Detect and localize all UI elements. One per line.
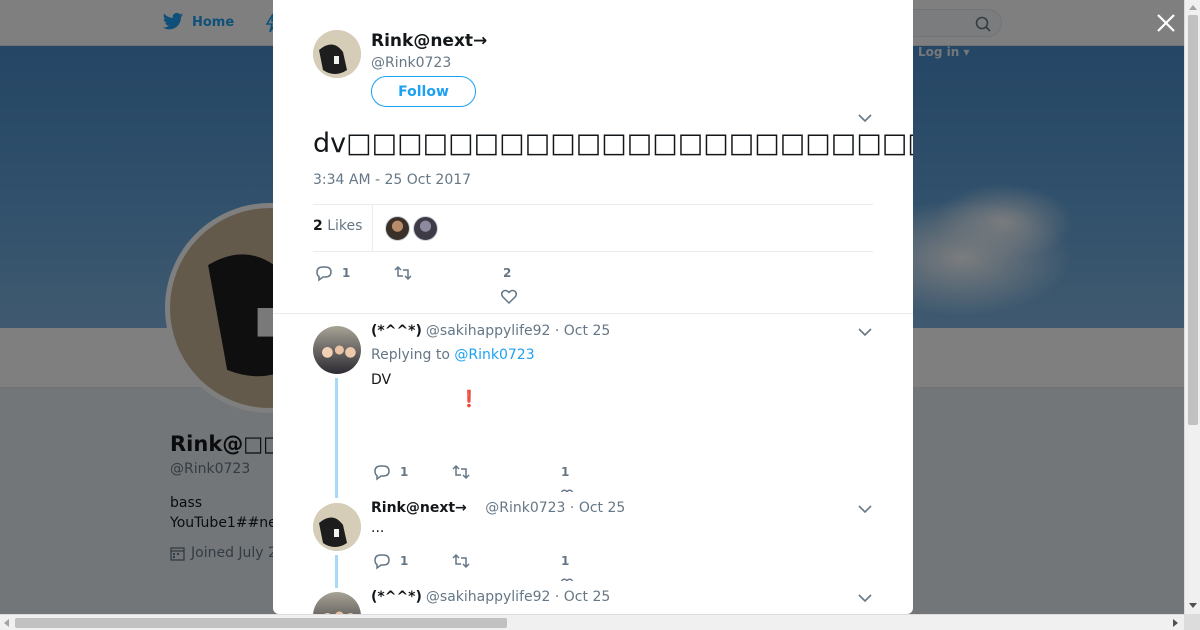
reply-author-handle[interactable]: @Rink0723 — [485, 500, 565, 516]
reply-button[interactable]: 1 — [315, 264, 350, 282]
scroll-right-arrow[interactable] — [1173, 619, 1178, 627]
scroll-left-arrow[interactable] — [4, 619, 9, 627]
close-modal-button[interactable] — [1155, 12, 1179, 36]
likes-stat[interactable]: 2 Likes — [313, 218, 362, 234]
reply-count: 1 — [342, 266, 351, 280]
heart-icon — [500, 289, 518, 305]
reply-count: 1 — [400, 465, 409, 479]
author-handle[interactable]: @Rink0723 — [371, 55, 451, 71]
tweet-stats: 2 Likes — [313, 204, 873, 252]
thread-line — [335, 378, 338, 498]
author-avatar[interactable] — [313, 30, 361, 78]
reply-header: (*^^*) @sakihappylife92 · Oct 25 — [371, 589, 610, 605]
tweet-text: dv□□□□□□□□□□□□□□□□□□□□□□□□□□□DV□□□□□□□□□… — [313, 128, 913, 159]
exclamation-emoji: ❗ — [459, 389, 479, 408]
reply-date[interactable]: · Oct 25 — [555, 589, 610, 605]
retweet-button[interactable] — [452, 552, 470, 570]
horizontal-scrollbar[interactable] — [0, 614, 1184, 630]
reply-date[interactable]: · Oct 25 — [570, 500, 625, 516]
reply-options-button[interactable] — [858, 504, 872, 514]
like-count: 2 — [503, 266, 512, 280]
heart-icon[interactable] — [560, 487, 574, 492]
reply-avatar[interactable] — [313, 592, 361, 614]
replying-to-link[interactable]: @Rink0723 — [454, 347, 534, 363]
scrollbar-corner — [1184, 614, 1200, 630]
reply-count: 1 — [400, 554, 409, 568]
retweet-icon — [394, 265, 412, 281]
tweet-permalink-modal: Rink@next→ @Rink0723 Follow dv□□□□□□□□□□… — [273, 0, 913, 614]
reply-button[interactable]: 1 — [373, 463, 408, 481]
chevron-down-icon — [858, 594, 872, 603]
vertical-scrollbar[interactable] — [1184, 0, 1200, 614]
retweet-button[interactable] — [394, 264, 421, 282]
chevron-down-icon — [858, 328, 872, 337]
reply-icon — [374, 554, 390, 570]
like-count: 1 — [561, 554, 570, 568]
like-button[interactable] — [500, 288, 518, 306]
heart-icon[interactable] — [560, 576, 574, 581]
reply-avatar[interactable] — [313, 503, 361, 551]
scroll-up-arrow[interactable] — [1189, 5, 1197, 10]
tweet-options-button[interactable] — [858, 113, 872, 123]
follow-button[interactable]: Follow — [371, 76, 476, 107]
reply-icon — [316, 266, 332, 282]
stats-divider — [372, 205, 373, 251]
reply-text: ... — [371, 520, 385, 536]
reply-author-handle[interactable]: @sakihappylife92 — [426, 323, 551, 339]
liker-avatar[interactable] — [385, 216, 410, 241]
horizontal-scroll-thumb[interactable] — [15, 618, 507, 628]
liker-avatar[interactable] — [413, 216, 438, 241]
reply-author-name[interactable]: Rink@next→ — [371, 500, 467, 516]
reply-author-name[interactable]: (*^^*) — [371, 323, 422, 339]
reply-header: Rink@next→ @Rink0723 · Oct 25 — [371, 500, 625, 516]
reply-options-button[interactable] — [858, 593, 872, 603]
replies-divider — [273, 313, 913, 314]
thread-line — [335, 555, 338, 588]
reply-options-button[interactable] — [858, 327, 872, 337]
reply-avatar[interactable] — [313, 326, 361, 374]
chevron-down-icon — [858, 114, 872, 123]
reply-author-handle[interactable]: @sakihappylife92 — [426, 589, 551, 605]
reply-author-name[interactable]: (*^^*) — [371, 589, 422, 605]
tweet-timestamp[interactable]: 3:34 AM - 25 Oct 2017 — [313, 172, 471, 188]
retweet-button[interactable] — [452, 463, 470, 481]
reply-date[interactable]: · Oct 25 — [555, 323, 610, 339]
replying-to: Replying to @Rink0723 — [371, 347, 535, 363]
like-count: 1 — [561, 465, 570, 479]
scroll-down-arrow[interactable] — [1189, 603, 1197, 608]
chevron-down-icon — [858, 505, 872, 514]
close-icon — [1157, 14, 1175, 32]
reply-button[interactable]: 1 — [373, 552, 408, 570]
reply-text: DV — [371, 372, 392, 388]
retweet-icon — [452, 553, 470, 569]
reply-header: (*^^*) @sakihappylife92 · Oct 25 — [371, 323, 610, 339]
replying-to-prefix: Replying to — [371, 347, 450, 363]
likes-count: 2 — [313, 218, 323, 234]
likes-label: Likes — [327, 218, 363, 234]
retweet-icon — [452, 464, 470, 480]
reply-icon — [374, 465, 390, 481]
author-name[interactable]: Rink@next→ — [371, 31, 487, 51]
vertical-scroll-thumb[interactable] — [1188, 15, 1198, 425]
